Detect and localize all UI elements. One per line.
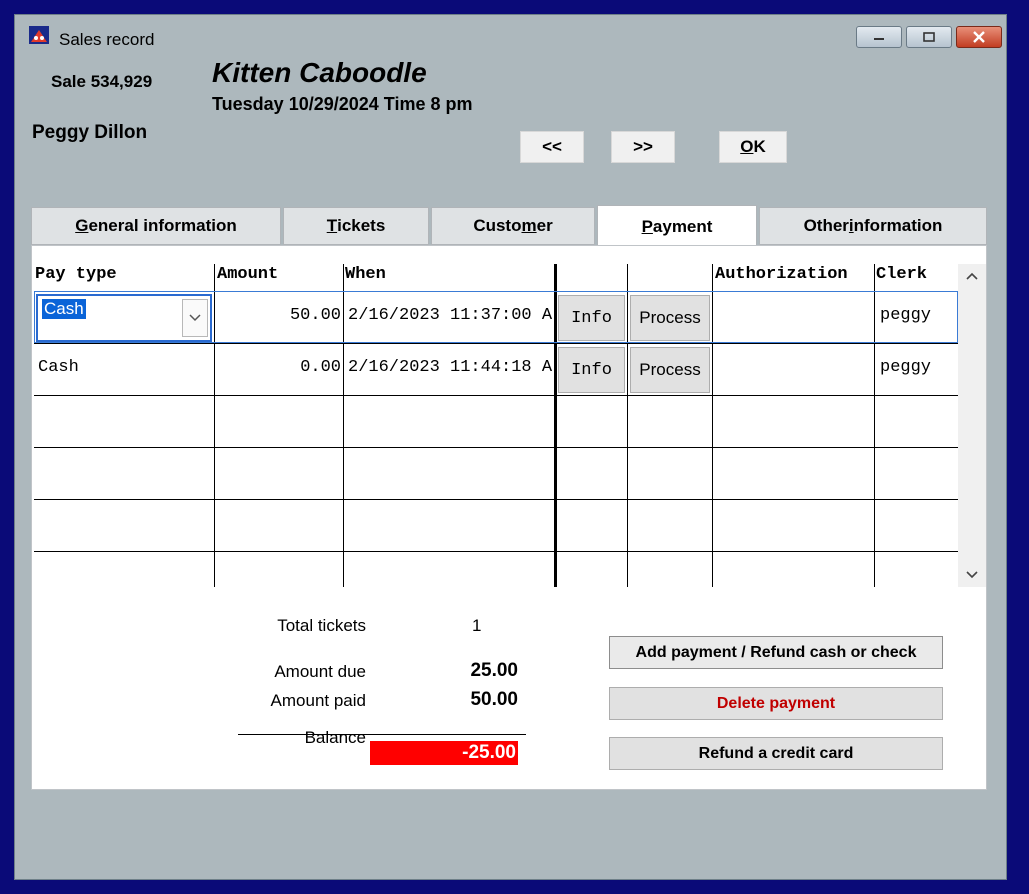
info-button[interactable]: Info bbox=[558, 347, 625, 393]
delete-payment-button[interactable]: Delete payment bbox=[609, 687, 943, 720]
sales-record-window: Sales record Sale 534,929 Kitten Caboodl… bbox=[14, 14, 1007, 880]
grid-line bbox=[34, 343, 958, 344]
tab-customer[interactable]: Custo m er bbox=[431, 207, 595, 245]
tab-other-information[interactable]: Other i nformation bbox=[759, 207, 987, 245]
amount-cell[interactable]: 0.00 bbox=[216, 358, 341, 377]
minimize-icon bbox=[874, 38, 884, 40]
combo-dropdown-button[interactable] bbox=[182, 299, 208, 337]
chevron-up-icon bbox=[966, 272, 978, 280]
customer-name: Peggy Dillon bbox=[32, 122, 148, 143]
grid-vertical-scrollbar[interactable] bbox=[958, 264, 986, 587]
amount-paid-value: 50.00 bbox=[470, 689, 518, 710]
when-cell[interactable]: 2/16/2023 11:44:18 AM bbox=[348, 358, 552, 377]
close-button[interactable] bbox=[956, 26, 1002, 48]
pay-type-cell[interactable]: Cash bbox=[38, 358, 212, 377]
chevron-down-icon bbox=[966, 571, 978, 579]
col-header-clerk: Clerk bbox=[876, 265, 928, 284]
payments-grid: Pay type Amount When Authorization Clerk… bbox=[34, 264, 958, 587]
col-header-amount: Amount bbox=[217, 265, 279, 284]
show-datetime: Tuesday 10/29/2024 Time 8 pm bbox=[212, 94, 473, 114]
ok-label: O bbox=[740, 137, 754, 156]
previous-record-button[interactable]: << bbox=[520, 131, 584, 163]
add-payment-button[interactable]: Add payment / Refund cash or check bbox=[609, 636, 943, 669]
scroll-down-button[interactable] bbox=[958, 563, 986, 587]
payment-panel: Pay type Amount When Authorization Clerk… bbox=[31, 245, 987, 790]
col-header-pay-type: Pay type bbox=[35, 265, 117, 284]
total-tickets-value: 1 bbox=[472, 616, 482, 635]
app-icon bbox=[29, 26, 49, 44]
col-header-when: When bbox=[345, 265, 386, 284]
grid-line bbox=[34, 499, 958, 500]
maximize-icon bbox=[923, 32, 935, 42]
scroll-up-button[interactable] bbox=[958, 264, 986, 288]
balance-label: Balance bbox=[304, 728, 366, 747]
window-title: Sales record bbox=[59, 30, 155, 49]
clerk-cell[interactable]: peggy bbox=[880, 306, 956, 325]
chevron-down-icon bbox=[189, 314, 201, 322]
refund-credit-card-button[interactable]: Refund a credit card bbox=[609, 737, 943, 770]
title-bar[interactable]: Sales record bbox=[15, 15, 1006, 51]
amount-due-value: 25.00 bbox=[470, 660, 518, 681]
pay-type-selected: Cash bbox=[42, 299, 86, 319]
process-button[interactable]: Process bbox=[630, 295, 710, 341]
grid-line bbox=[34, 447, 958, 448]
total-tickets-label: Total tickets bbox=[277, 616, 366, 635]
next-record-button[interactable]: >> bbox=[611, 131, 675, 163]
tab-general-information[interactable]: General information bbox=[31, 207, 281, 245]
col-header-authorization: Authorization bbox=[715, 265, 848, 284]
amount-cell[interactable]: 50.00 bbox=[216, 306, 341, 325]
tab-strip: General information Tickets Custo m er Pay… bbox=[31, 205, 987, 247]
tab-tickets[interactable]: Tickets bbox=[283, 207, 429, 245]
clerk-cell[interactable]: peggy bbox=[880, 358, 956, 377]
balance-value: -25.00 bbox=[370, 741, 518, 765]
pay-type-combo[interactable]: Cash bbox=[36, 294, 212, 342]
show-title: Kitten Caboodle bbox=[212, 57, 427, 88]
info-button[interactable]: Info bbox=[558, 295, 625, 341]
process-button[interactable]: Process bbox=[630, 347, 710, 393]
ok-button[interactable]: OK bbox=[719, 131, 787, 163]
when-cell[interactable]: 2/16/2023 11:37:00 AM bbox=[348, 306, 552, 325]
minimize-button[interactable] bbox=[856, 26, 902, 48]
amount-paid-label: Amount paid bbox=[270, 691, 366, 710]
tab-payment[interactable]: Payment bbox=[597, 205, 757, 247]
grid-line bbox=[34, 395, 958, 396]
maximize-button[interactable] bbox=[906, 26, 952, 48]
amount-due-label: Amount due bbox=[274, 662, 366, 681]
sale-number: Sale 534,929 bbox=[51, 72, 153, 91]
grid-line bbox=[34, 551, 958, 552]
close-icon bbox=[973, 31, 985, 43]
